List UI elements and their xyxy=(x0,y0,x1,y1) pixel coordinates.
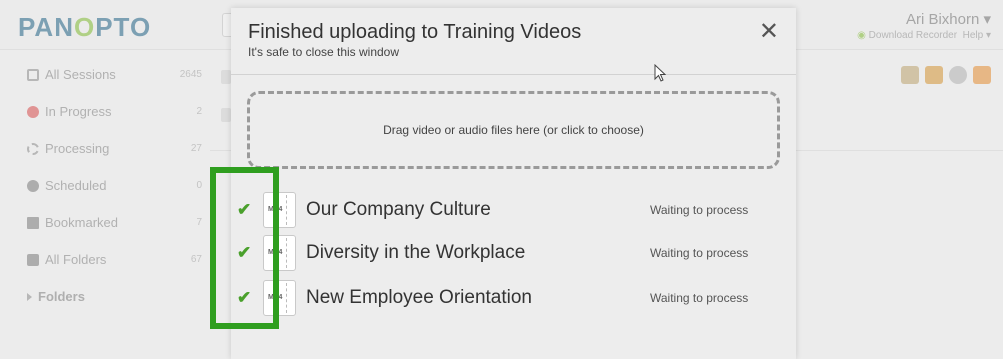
file-drop-zone[interactable]: Drag video or audio files here (or click… xyxy=(247,91,780,169)
upload-file-row: ✔ MP4 Diversity in the Workplace Waiting… xyxy=(231,235,796,271)
upload-file-row: ✔ MP4 Our Company Culture Waiting to pro… xyxy=(231,192,796,228)
drop-zone-text: Drag video or audio files here (or click… xyxy=(383,123,644,137)
file-status: Waiting to process xyxy=(650,246,749,260)
file-status: Waiting to process xyxy=(650,291,749,305)
file-name: New Employee Orientation xyxy=(306,287,532,308)
film-strip xyxy=(286,238,293,268)
file-status: Waiting to process xyxy=(650,203,749,217)
mouse-cursor-icon xyxy=(654,64,666,82)
upload-dialog: Finished uploading to Training Videos It… xyxy=(231,8,796,359)
divider xyxy=(231,74,796,75)
film-strip xyxy=(286,283,293,313)
close-icon[interactable]: ✕ xyxy=(759,20,779,44)
highlight-box xyxy=(210,167,279,329)
file-name: Diversity in the Workplace xyxy=(306,242,526,263)
dialog-subtitle: It's safe to close this window xyxy=(248,45,400,59)
film-strip xyxy=(286,195,293,225)
dialog-title: Finished uploading to Training Videos xyxy=(248,21,582,43)
file-name: Our Company Culture xyxy=(306,199,491,220)
upload-file-row: ✔ MP4 New Employee Orientation Waiting t… xyxy=(231,280,796,316)
